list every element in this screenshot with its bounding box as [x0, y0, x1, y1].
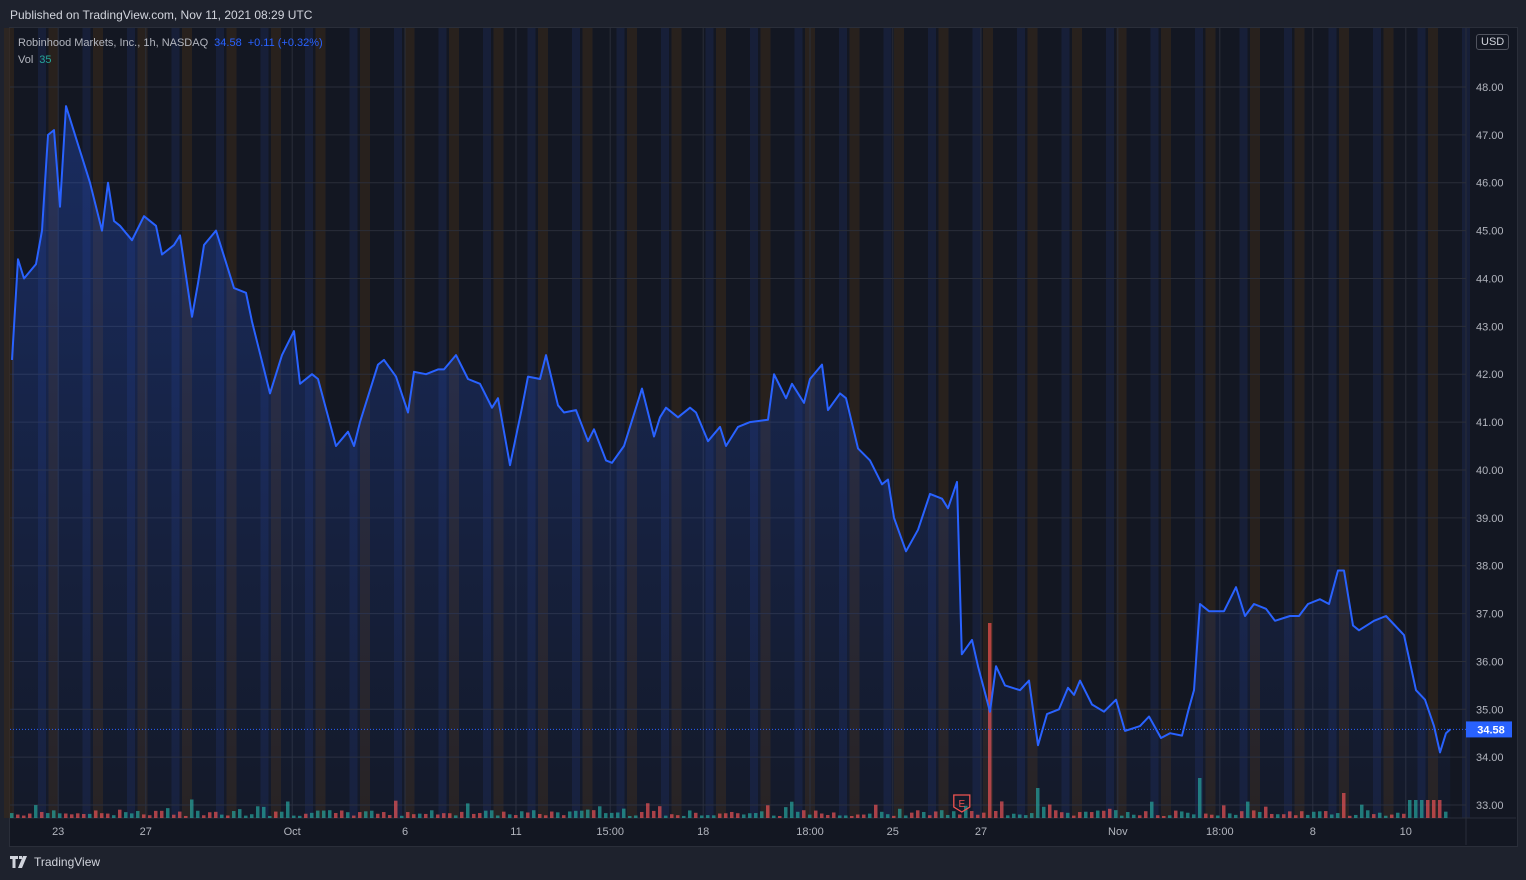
x-tick-label: 27	[140, 826, 152, 838]
y-tick-label: 45.00	[1476, 226, 1504, 238]
y-tick-label: 42.00	[1476, 369, 1504, 381]
x-tick-label: 6	[402, 826, 408, 838]
y-tick-label: 38.00	[1476, 561, 1504, 573]
x-tick-label: 27	[975, 826, 987, 838]
volume-label[interactable]: Vol	[18, 54, 33, 66]
premarket-band	[1161, 28, 1171, 818]
y-tick-label: 47.00	[1476, 130, 1504, 142]
tradingview-logo-icon	[10, 856, 27, 868]
y-tick-label: 35.00	[1476, 704, 1504, 716]
y-tick-label: 43.00	[1476, 321, 1504, 333]
price-chart[interactable]: 33.00 34.00 35.00 36.00 37.00 38.00 39.00 40.00…	[0, 0, 1526, 880]
y-tick-label: 41.00	[1476, 417, 1504, 429]
y-tick-label: 33.00	[1476, 800, 1504, 812]
tradingview-logo[interactable]: TradingView	[10, 855, 100, 869]
postmarket-band	[1150, 28, 1159, 818]
y-tick-label: 39.00	[1476, 513, 1504, 525]
price-change: +0.11 (+0.32%)	[247, 37, 323, 49]
postmarket-band	[1106, 28, 1114, 818]
x-tick-label: 23	[52, 826, 64, 838]
y-tick-label: 34.00	[1476, 752, 1504, 764]
x-tick-label: Nov	[1108, 826, 1128, 838]
currency-button[interactable]: USD	[1476, 34, 1510, 50]
x-tick-label: 8	[1310, 826, 1316, 838]
x-tick-label: 11	[510, 826, 521, 838]
x-tick-label: 25	[887, 826, 899, 838]
earnings-label: E	[958, 799, 965, 810]
y-tick-label: 46.00	[1476, 178, 1504, 190]
y-tick-label: 37.00	[1476, 609, 1504, 621]
x-tick-label: 18:00	[796, 826, 824, 838]
y-tick-label: 40.00	[1476, 465, 1504, 477]
premarket-band	[1428, 28, 1438, 818]
x-tick-label: Oct	[284, 826, 301, 838]
brand-name: TradingView	[34, 855, 101, 869]
last-price: 34.58	[214, 37, 242, 49]
x-tick-label: 18:00	[1206, 826, 1234, 838]
y-tick-label: 44.00	[1476, 273, 1504, 285]
chart-legend: Robinhood Markets, Inc., 1h, NASDAQ 34.58…	[18, 35, 323, 69]
y-tick-label: 48.00	[1476, 82, 1504, 94]
last-price-label: 34.58	[1477, 724, 1505, 736]
volume-value: 35	[39, 54, 52, 66]
x-tick-label: 18	[697, 826, 709, 838]
symbol-title[interactable]: Robinhood Markets, Inc., 1h, NASDAQ	[18, 37, 208, 49]
x-tick-label: 15:00	[596, 826, 624, 838]
x-tick-label: 10	[1400, 826, 1412, 838]
y-tick-label: 36.00	[1476, 656, 1504, 668]
